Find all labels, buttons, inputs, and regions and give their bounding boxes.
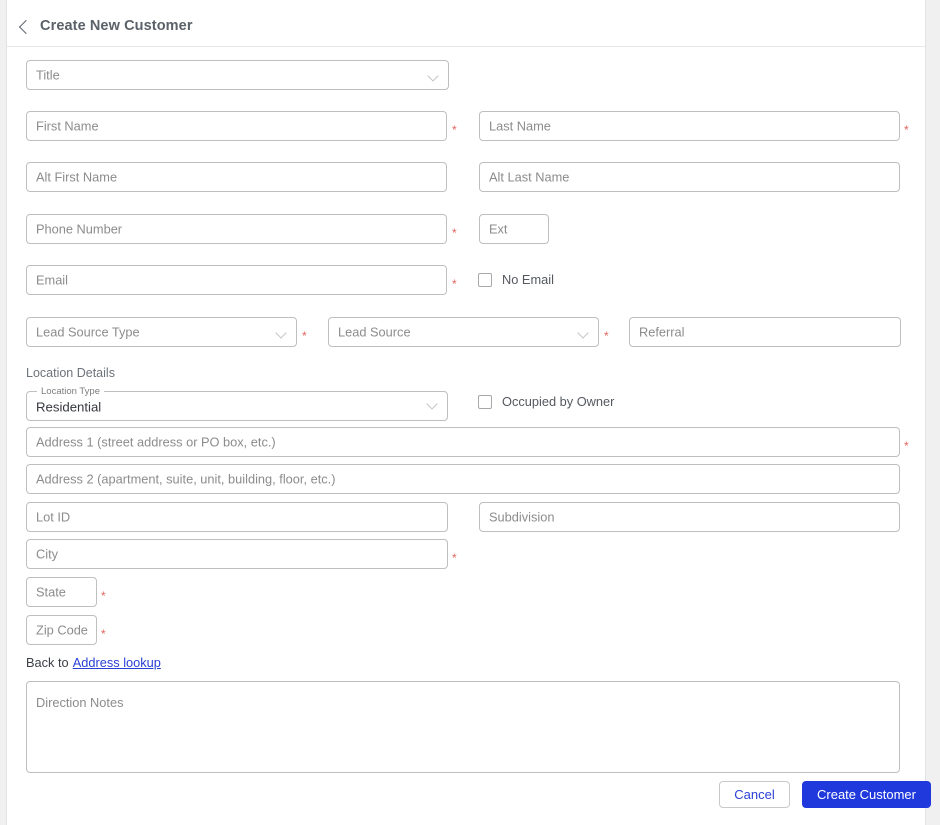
- create-customer-button[interactable]: Create Customer: [802, 781, 931, 808]
- lead-source-select[interactable]: Lead Source: [328, 317, 599, 347]
- zip-code-placeholder: Zip Code: [36, 623, 88, 638]
- address1-required-asterisk: *: [904, 440, 909, 452]
- location-type-label: Location Type: [37, 387, 104, 397]
- state-placeholder: State: [36, 585, 66, 600]
- cancel-button[interactable]: Cancel: [719, 781, 790, 808]
- state-input[interactable]: State: [26, 577, 97, 607]
- back-to-lookup: Back to Address lookup: [26, 655, 161, 670]
- chevron-down-icon: [577, 327, 588, 338]
- lead-source-required-asterisk: *: [604, 330, 609, 342]
- referral-placeholder: Referral: [639, 325, 685, 340]
- ext-input[interactable]: Ext: [479, 214, 549, 244]
- city-placeholder: City: [36, 547, 58, 562]
- email-input[interactable]: Email: [26, 265, 447, 295]
- chevron-down-icon: [427, 70, 438, 81]
- lead-source-type-placeholder: Lead Source Type: [36, 325, 140, 340]
- alt-last-name-input[interactable]: Alt Last Name: [479, 162, 900, 192]
- email-required-asterisk: *: [452, 278, 457, 290]
- location-details-heading: Location Details: [26, 366, 115, 380]
- direction-notes-textarea[interactable]: Direction Notes: [26, 681, 900, 773]
- address1-input[interactable]: Address 1 (street address or PO box, etc…: [26, 427, 900, 457]
- email-placeholder: Email: [36, 273, 68, 288]
- phone-number-placeholder: Phone Number: [36, 222, 122, 237]
- page-header: Create New Customer: [7, 0, 925, 47]
- direction-notes-placeholder: Direction Notes: [36, 695, 123, 710]
- first-name-required-asterisk: *: [452, 124, 457, 136]
- occupied-by-owner-label: Occupied by Owner: [502, 394, 614, 409]
- state-required-asterisk: *: [101, 590, 106, 602]
- page-title: Create New Customer: [40, 18, 193, 34]
- header-content: Create New Customer: [21, 18, 193, 34]
- chevron-down-icon: [426, 398, 437, 409]
- lot-id-placeholder: Lot ID: [36, 510, 70, 525]
- alt-first-name-input[interactable]: Alt First Name: [26, 162, 447, 192]
- location-type-value: Residential: [36, 400, 101, 415]
- first-name-placeholder: First Name: [36, 119, 99, 134]
- no-email-label: No Email: [502, 272, 554, 287]
- phone-number-required-asterisk: *: [452, 227, 457, 239]
- alt-first-name-placeholder: Alt First Name: [36, 170, 117, 185]
- form-card: Create New Customer Title First Name * L…: [6, 0, 926, 825]
- zip-code-required-asterisk: *: [101, 628, 106, 640]
- city-required-asterisk: *: [452, 552, 457, 564]
- chevron-left-icon[interactable]: [19, 19, 33, 33]
- create-customer-page: Create New Customer Title First Name * L…: [0, 0, 940, 825]
- lot-id-input[interactable]: Lot ID: [26, 502, 448, 532]
- subdivision-placeholder: Subdivision: [489, 510, 554, 525]
- title-select-placeholder: Title: [36, 68, 60, 83]
- address1-placeholder: Address 1 (street address or PO box, etc…: [36, 435, 276, 450]
- address2-placeholder: Address 2 (apartment, suite, unit, build…: [36, 472, 335, 487]
- lead-source-type-required-asterisk: *: [302, 330, 307, 342]
- referral-input[interactable]: Referral: [629, 317, 901, 347]
- zip-code-input[interactable]: Zip Code: [26, 615, 97, 645]
- last-name-placeholder: Last Name: [489, 119, 551, 134]
- city-input[interactable]: City: [26, 539, 448, 569]
- last-name-required-asterisk: *: [904, 124, 909, 136]
- occupied-by-owner-checkbox-row[interactable]: Occupied by Owner: [478, 394, 614, 409]
- occupied-by-owner-checkbox[interactable]: [478, 395, 492, 409]
- location-type-select[interactable]: Location Type Residential: [26, 387, 448, 421]
- back-to-text: Back to: [26, 655, 69, 670]
- phone-number-input[interactable]: Phone Number: [26, 214, 447, 244]
- chevron-down-icon: [275, 327, 286, 338]
- no-email-checkbox-row[interactable]: No Email: [478, 272, 554, 287]
- title-select[interactable]: Title: [26, 60, 449, 90]
- no-email-checkbox[interactable]: [478, 273, 492, 287]
- lead-source-type-select[interactable]: Lead Source Type: [26, 317, 297, 347]
- first-name-input[interactable]: First Name: [26, 111, 447, 141]
- last-name-input[interactable]: Last Name: [479, 111, 900, 141]
- address-lookup-link[interactable]: Address lookup: [73, 655, 161, 670]
- alt-last-name-placeholder: Alt Last Name: [489, 170, 569, 185]
- lead-source-placeholder: Lead Source: [338, 325, 411, 340]
- address2-input[interactable]: Address 2 (apartment, suite, unit, build…: [26, 464, 900, 494]
- subdivision-input[interactable]: Subdivision: [479, 502, 900, 532]
- ext-placeholder: Ext: [489, 222, 508, 237]
